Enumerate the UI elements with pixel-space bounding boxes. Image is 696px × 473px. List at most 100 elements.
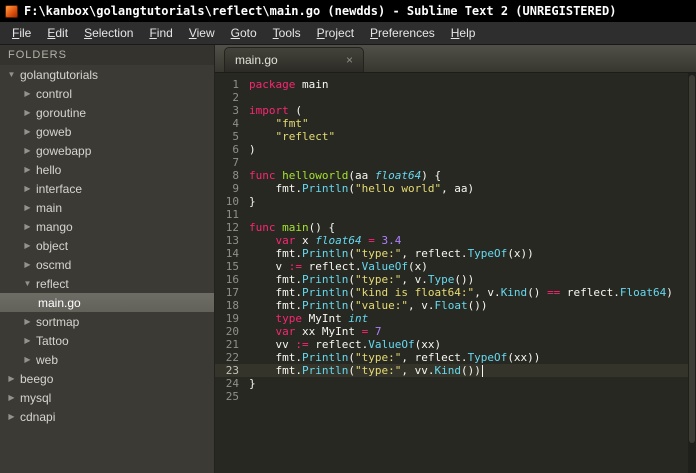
tab-main-go[interactable]: main.go × bbox=[224, 47, 364, 72]
chevron-right-icon[interactable]: ▶ bbox=[6, 412, 17, 421]
chevron-right-icon[interactable]: ▶ bbox=[22, 127, 33, 136]
code-line[interactable]: 12 func main() { bbox=[215, 221, 696, 234]
chevron-right-icon[interactable]: ▶ bbox=[22, 260, 33, 269]
sidebar-folder-golangtutorials[interactable]: ▼ golangtutorials bbox=[0, 65, 214, 84]
line-number[interactable]: 12 bbox=[215, 221, 249, 234]
code-line[interactable]: 1 package main bbox=[215, 78, 696, 91]
code-line[interactable]: 9 fmt.Println("hello world", aa) bbox=[215, 182, 696, 195]
code-line[interactable]: 17 fmt.Println("kind is float64:", v.Kin… bbox=[215, 286, 696, 299]
code-line[interactable]: 19 type MyInt int bbox=[215, 312, 696, 325]
code-line[interactable]: 14 fmt.Println("type:", reflect.TypeOf(x… bbox=[215, 247, 696, 260]
scrollbar[interactable] bbox=[688, 73, 696, 473]
code-line[interactable]: 3 import ( bbox=[215, 104, 696, 117]
sidebar-folder-control[interactable]: ▶ control bbox=[0, 84, 214, 103]
chevron-right-icon[interactable]: ▶ bbox=[22, 146, 33, 155]
chevron-right-icon[interactable]: ▶ bbox=[6, 374, 17, 383]
code-line[interactable]: 25 bbox=[215, 390, 696, 403]
line-number[interactable]: 7 bbox=[215, 156, 249, 169]
sidebar-folder-beego[interactable]: ▶ beego bbox=[0, 369, 214, 388]
chevron-right-icon[interactable]: ▶ bbox=[22, 336, 33, 345]
code-line[interactable]: 22 fmt.Println("type:", reflect.TypeOf(x… bbox=[215, 351, 696, 364]
sidebar-folder-goweb[interactable]: ▶ goweb bbox=[0, 122, 214, 141]
menu-selection[interactable]: Selection bbox=[76, 24, 141, 42]
menu-edit[interactable]: Edit bbox=[39, 24, 76, 42]
sidebar-folder-interface[interactable]: ▶ interface bbox=[0, 179, 214, 198]
chevron-right-icon[interactable]: ▶ bbox=[22, 165, 33, 174]
chevron-right-icon[interactable]: ▶ bbox=[22, 184, 33, 193]
scrollbar-thumb[interactable] bbox=[689, 75, 695, 443]
sidebar-file-main-go[interactable]: main.go bbox=[0, 293, 214, 312]
code-line[interactable]: 23 fmt.Println("type:", vv.Kind()) bbox=[215, 364, 696, 377]
code-line[interactable]: 24} bbox=[215, 377, 696, 390]
chevron-right-icon[interactable]: ▶ bbox=[22, 203, 33, 212]
code-line[interactable]: 2 bbox=[215, 91, 696, 104]
code-line[interactable]: 15 v := reflect.ValueOf(x) bbox=[215, 260, 696, 273]
code-line[interactable]: 20 var xx MyInt = 7 bbox=[215, 325, 696, 338]
line-number[interactable]: 4 bbox=[215, 117, 249, 130]
code-editor[interactable]: 1 package main 2 3 import (4 "fmt" 5 "reflect… bbox=[215, 73, 696, 473]
line-number[interactable]: 10 bbox=[215, 195, 249, 208]
menu-view[interactable]: View bbox=[181, 24, 223, 42]
line-number[interactable]: 18 bbox=[215, 299, 249, 312]
chevron-right-icon[interactable]: ▶ bbox=[22, 89, 33, 98]
line-number[interactable]: 15 bbox=[215, 260, 249, 273]
menu-file[interactable]: File bbox=[4, 24, 39, 42]
code-line[interactable]: 6) bbox=[215, 143, 696, 156]
chevron-right-icon[interactable]: ▶ bbox=[22, 355, 33, 364]
line-number[interactable]: 2 bbox=[215, 91, 249, 104]
sidebar-folder-oscmd[interactable]: ▶ oscmd bbox=[0, 255, 214, 274]
sidebar-folder-sortmap[interactable]: ▶ sortmap bbox=[0, 312, 214, 331]
line-number[interactable]: 16 bbox=[215, 273, 249, 286]
line-number[interactable]: 14 bbox=[215, 247, 249, 260]
sidebar-folder-web[interactable]: ▶ web bbox=[0, 350, 214, 369]
code-line[interactable]: 10} bbox=[215, 195, 696, 208]
code-line[interactable]: 7 bbox=[215, 156, 696, 169]
menu-help[interactable]: Help bbox=[443, 24, 484, 42]
code-line[interactable]: 4 "fmt" bbox=[215, 117, 696, 130]
line-number[interactable]: 21 bbox=[215, 338, 249, 351]
chevron-right-icon[interactable]: ▶ bbox=[22, 108, 33, 117]
code-line[interactable]: 8 func helloworld(aa float64) { bbox=[215, 169, 696, 182]
line-number[interactable]: 22 bbox=[215, 351, 249, 364]
line-number[interactable]: 24 bbox=[215, 377, 249, 390]
line-number[interactable]: 20 bbox=[215, 325, 249, 338]
sidebar-folder-cdnapi[interactable]: ▶ cdnapi bbox=[0, 407, 214, 426]
code-line[interactable]: 16 fmt.Println("type:", v.Type()) bbox=[215, 273, 696, 286]
sidebar-folder-tattoo[interactable]: ▶ Tattoo bbox=[0, 331, 214, 350]
sidebar-folder-object[interactable]: ▶ object bbox=[0, 236, 214, 255]
line-number[interactable]: 25 bbox=[215, 390, 249, 403]
line-number[interactable]: 11 bbox=[215, 208, 249, 221]
sidebar-folder-reflect[interactable]: ▼ reflect bbox=[0, 274, 214, 293]
sidebar-folder-goroutine[interactable]: ▶ goroutine bbox=[0, 103, 214, 122]
line-number[interactable]: 8 bbox=[215, 169, 249, 182]
sidebar-folder-hello[interactable]: ▶ hello bbox=[0, 160, 214, 179]
code-line[interactable]: 21 vv := reflect.ValueOf(xx) bbox=[215, 338, 696, 351]
menu-project[interactable]: Project bbox=[309, 24, 362, 42]
code-line[interactable]: 5 "reflect" bbox=[215, 130, 696, 143]
chevron-right-icon[interactable]: ▶ bbox=[22, 222, 33, 231]
code-line[interactable]: 11 bbox=[215, 208, 696, 221]
chevron-right-icon[interactable]: ▶ bbox=[22, 241, 33, 250]
line-number[interactable]: 1 bbox=[215, 78, 249, 91]
code-line[interactable]: 18 fmt.Println("value:", v.Float()) bbox=[215, 299, 696, 312]
sidebar-folder-main[interactable]: ▶ main bbox=[0, 198, 214, 217]
line-number[interactable]: 9 bbox=[215, 182, 249, 195]
chevron-right-icon[interactable]: ▶ bbox=[6, 393, 17, 402]
chevron-right-icon[interactable]: ▶ bbox=[22, 317, 33, 326]
line-number[interactable]: 3 bbox=[215, 104, 249, 117]
menu-find[interactable]: Find bbox=[141, 24, 180, 42]
code-line[interactable]: 13 var x float64 = 3.4 bbox=[215, 234, 696, 247]
menu-preferences[interactable]: Preferences bbox=[362, 24, 443, 42]
tab-close-icon[interactable]: × bbox=[346, 53, 353, 67]
line-number[interactable]: 5 bbox=[215, 130, 249, 143]
sidebar-folder-gowebapp[interactable]: ▶ gowebapp bbox=[0, 141, 214, 160]
chevron-down-icon[interactable]: ▼ bbox=[6, 70, 17, 79]
line-number[interactable]: 13 bbox=[215, 234, 249, 247]
menu-tools[interactable]: Tools bbox=[265, 24, 309, 42]
chevron-down-icon[interactable]: ▼ bbox=[22, 279, 33, 288]
sidebar-folder-mango[interactable]: ▶ mango bbox=[0, 217, 214, 236]
line-number[interactable]: 19 bbox=[215, 312, 249, 325]
line-number[interactable]: 6 bbox=[215, 143, 249, 156]
line-number[interactable]: 17 bbox=[215, 286, 249, 299]
menu-goto[interactable]: Goto bbox=[223, 24, 265, 42]
